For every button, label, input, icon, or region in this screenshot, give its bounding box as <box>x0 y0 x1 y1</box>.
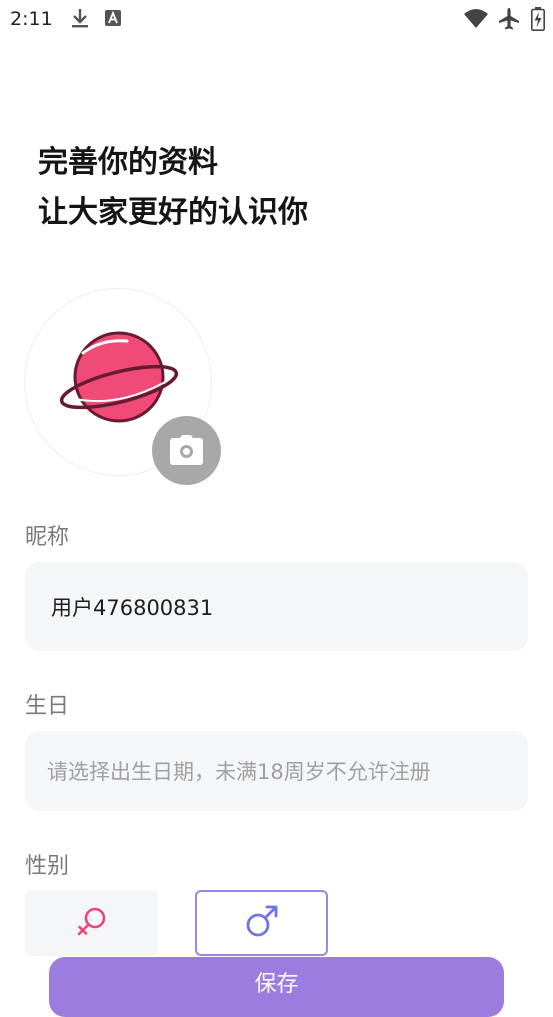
status-time: 2:11 <box>10 8 53 30</box>
download-icon <box>70 7 90 33</box>
title-line-1: 完善你的资料 <box>38 145 218 180</box>
wifi-icon <box>463 7 489 33</box>
page-title: 完善你的资料 让大家更好的认识你 <box>38 138 308 238</box>
save-button[interactable]: 保存 <box>49 957 504 1017</box>
female-symbol-icon <box>75 904 109 942</box>
birthday-label: 生日 <box>25 694 70 719</box>
battery-charging-icon <box>531 7 545 35</box>
gender-label: 性别 <box>25 854 70 879</box>
gender-male-option[interactable] <box>195 890 328 956</box>
app-notification-icon <box>104 9 122 31</box>
nickname-input[interactable]: 用户476800831 <box>25 562 528 651</box>
gender-female-option[interactable] <box>25 890 158 956</box>
birthday-picker[interactable]: 请选择出生日期，未满18周岁不允许注册 <box>25 731 528 811</box>
status-bar: 2:11 <box>0 0 553 38</box>
nickname-label: 昵称 <box>25 525 70 550</box>
title-line-2: 让大家更好的认识你 <box>38 195 308 230</box>
airplane-mode-icon <box>497 7 521 35</box>
male-symbol-icon <box>244 903 280 943</box>
camera-button[interactable] <box>152 416 221 485</box>
